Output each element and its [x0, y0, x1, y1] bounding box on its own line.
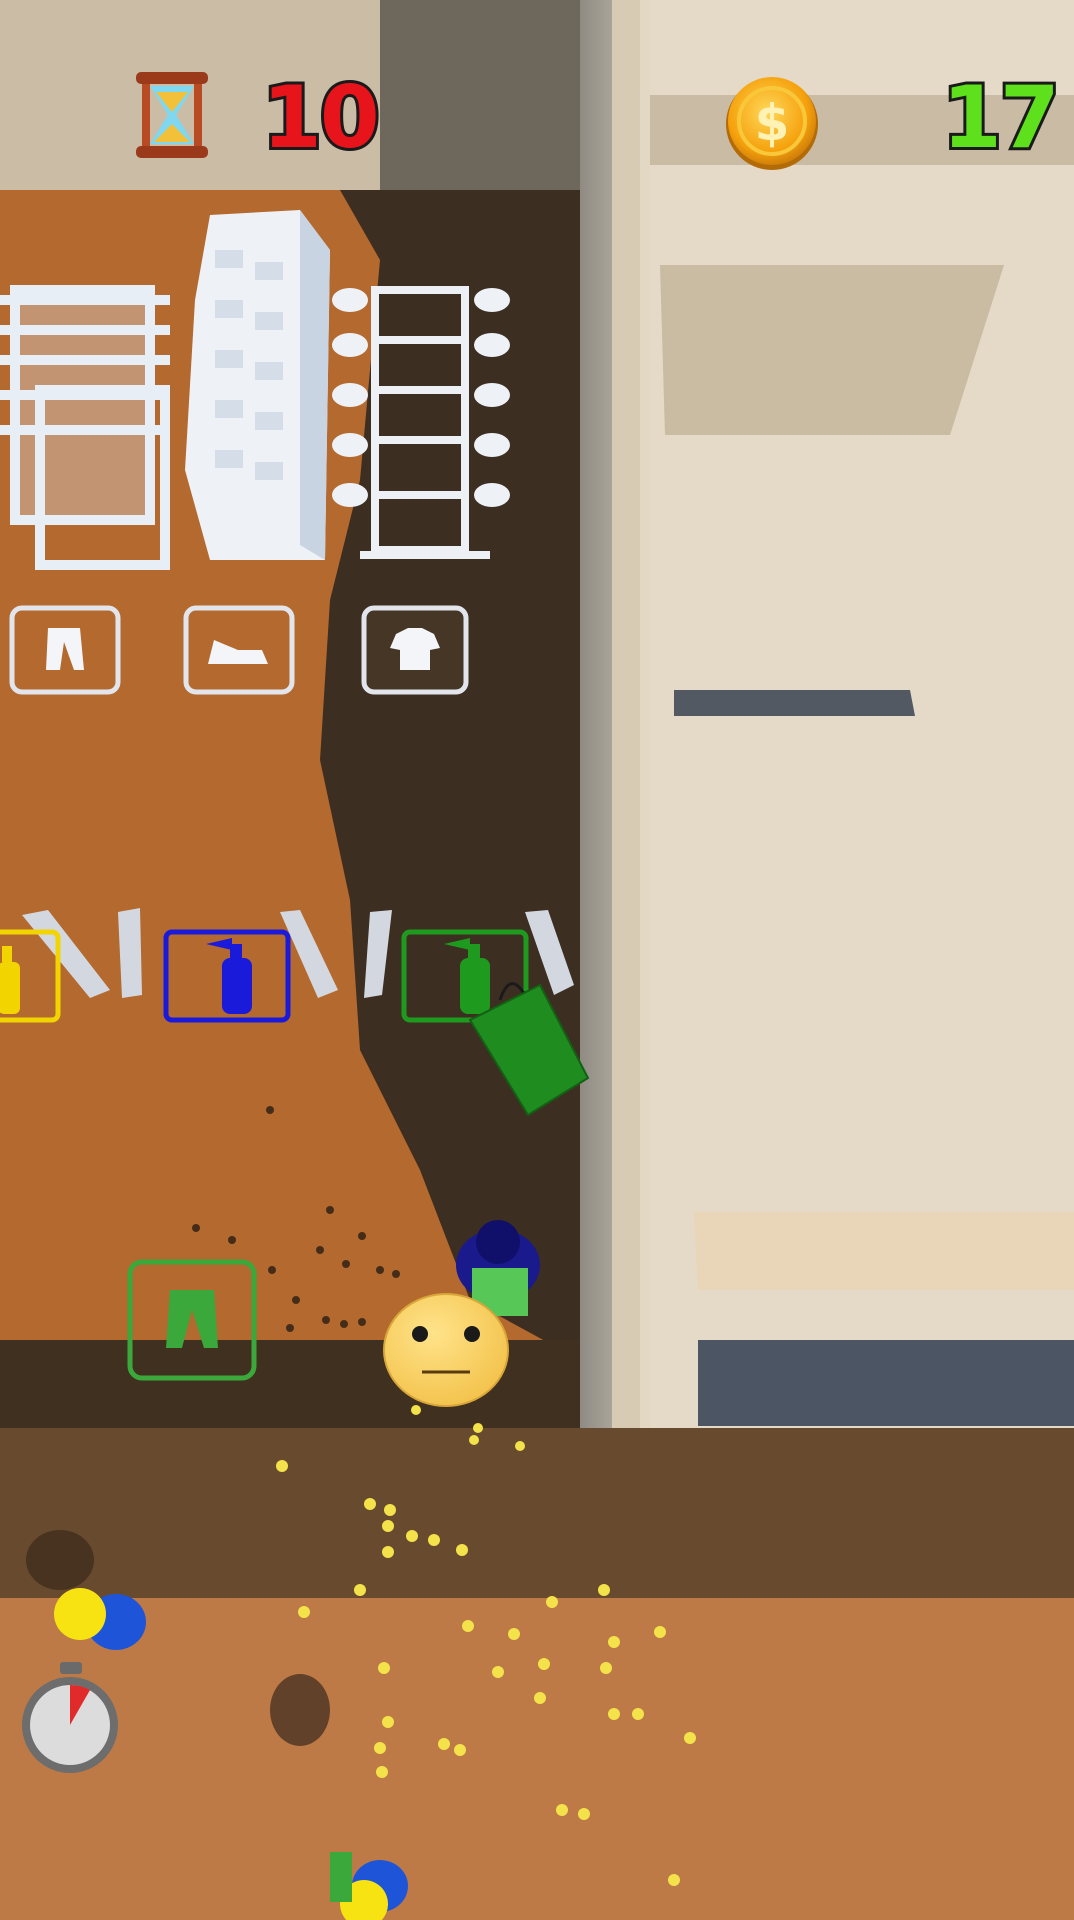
svg-text:$: $: [755, 94, 790, 152]
pad-tshirt[interactable]: [361, 605, 469, 695]
clothing-rack-pants: [0, 285, 170, 570]
coin-count: 17: [939, 68, 1063, 168]
shoe-shelf: [185, 210, 330, 560]
hud-icons: $: [136, 72, 818, 170]
game-world: [0, 0, 1074, 1920]
dollar-coin-icon: $: [726, 77, 818, 170]
timer-value: 10: [259, 68, 383, 168]
customer-mood: [383, 1293, 509, 1407]
hourglass-icon: [136, 72, 208, 158]
hud-bar: $ 10 17: [0, 0, 1074, 200]
game-scene[interactable]: $ 10 17: [0, 0, 1074, 1920]
